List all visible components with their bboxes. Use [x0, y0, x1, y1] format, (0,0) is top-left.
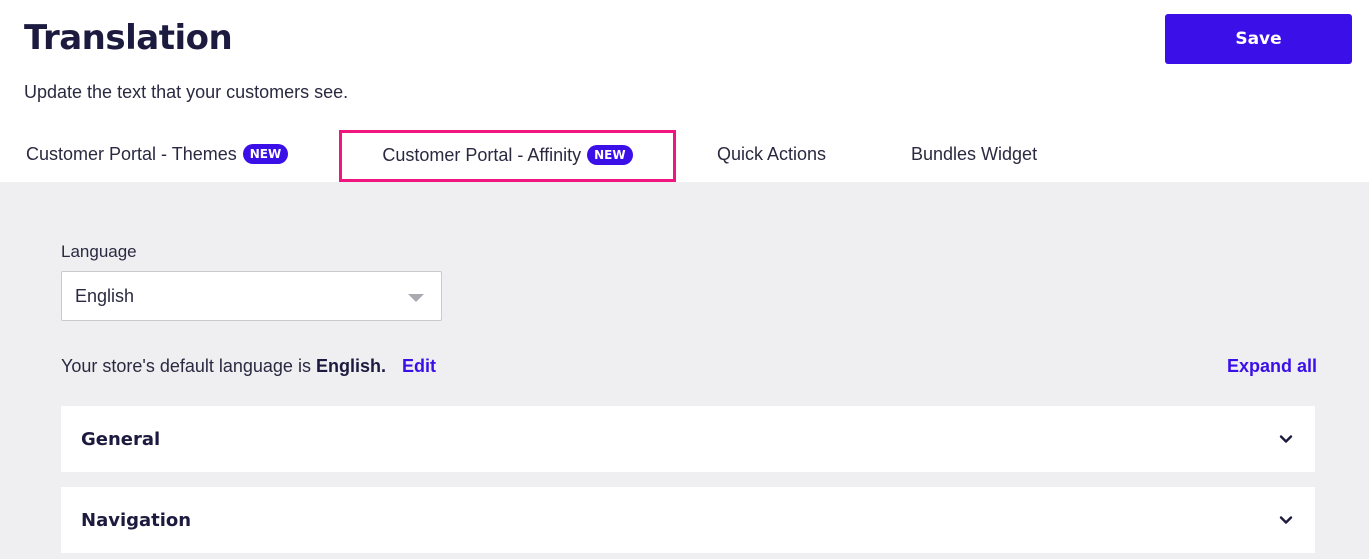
tab-customer-portal-affinity[interactable]: Customer Portal - Affinity NEW: [339, 130, 676, 182]
page-title: Translation: [24, 18, 233, 58]
language-select-value: English: [75, 285, 135, 306]
edit-default-language-link[interactable]: Edit: [402, 356, 436, 377]
tab-bar: Customer Portal - Themes NEW Customer Po…: [0, 126, 1369, 182]
section-navigation[interactable]: Navigation: [61, 487, 1315, 553]
default-language-text: Your store's default language is: [61, 356, 311, 376]
caret-down-icon: [408, 294, 424, 302]
section-title: Navigation: [81, 509, 192, 531]
page-subtitle: Update the text that your customers see.: [24, 82, 349, 102]
section-title: General: [81, 428, 161, 450]
tab-label: Quick Actions: [717, 143, 827, 164]
tab-customer-portal-themes[interactable]: Customer Portal - Themes NEW: [26, 126, 289, 182]
tab-label: Customer Portal - Affinity: [382, 144, 582, 165]
default-language-line: Your store's default language is English…: [61, 356, 436, 377]
new-badge: NEW: [587, 145, 633, 165]
tab-label: Bundles Widget: [911, 143, 1038, 164]
section-general[interactable]: General: [61, 406, 1315, 472]
chevron-down-icon: [1279, 435, 1293, 443]
chevron-down-icon: [1279, 516, 1293, 524]
tab-bundles-widget[interactable]: Bundles Widget: [911, 126, 1037, 182]
new-badge: NEW: [242, 144, 289, 164]
tab-quick-actions[interactable]: Quick Actions: [717, 126, 826, 182]
tab-label: Customer Portal - Themes: [26, 143, 237, 164]
language-label: Language: [61, 242, 137, 261]
save-button[interactable]: Save: [1165, 14, 1352, 64]
expand-all-link[interactable]: Expand all: [1227, 356, 1317, 377]
default-language-value: English.: [315, 356, 386, 376]
language-select[interactable]: English: [61, 271, 442, 321]
translation-content: Language English Your store's default la…: [0, 182, 1369, 559]
